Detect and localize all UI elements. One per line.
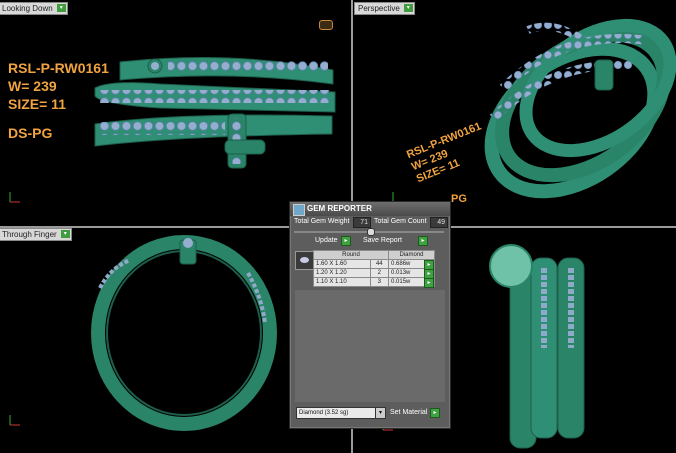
gem-shape-icon (300, 257, 309, 263)
ring-model-top-view (94, 57, 336, 169)
table-empty-area (295, 290, 445, 402)
annotation-metal: DS-PG (8, 125, 53, 141)
gem-count: 44 (369, 259, 390, 269)
panel-titlebar[interactable]: GEM REPORTER (290, 202, 450, 216)
gem-count: 3 (369, 277, 390, 287)
table-row[interactable]: 1.10 X 1.10 3 0.015w (313, 277, 435, 287)
table-row[interactable]: 1.60 X 1.60 44 0.686w (313, 259, 435, 269)
viewport-top-left[interactable]: Looking Down ▾ RSL-P-RW0161 W= 239 SIZE=… (0, 0, 351, 226)
total-gem-weight-value: 71 (353, 217, 371, 228)
annotation-size: SIZE= 11 (8, 96, 66, 112)
table-header-row: Round Diamond (312, 250, 435, 260)
table-row[interactable]: 1.20 X 1.20 2 0.013w (313, 268, 435, 278)
gem-thumbnail (295, 251, 314, 270)
axis-triad-icon (9, 415, 20, 426)
slider-handle-icon[interactable] (367, 228, 375, 236)
update-button[interactable]: ▸ (341, 236, 351, 246)
gem-table: Round Diamond 1.60 X 1.60 44 0.686w 1.20… (312, 250, 435, 287)
row-select-button[interactable]: ▸ (424, 278, 434, 288)
total-gem-count-value: 49 (430, 217, 448, 228)
set-material-button[interactable]: ▸ (430, 408, 440, 418)
panel-title: GEM REPORTER (307, 204, 372, 213)
annotation-sku: RSL-P-RW0161 (8, 60, 109, 76)
save-report-button[interactable]: ▸ (418, 236, 428, 246)
gem-size: 1.20 X 1.20 (313, 268, 371, 278)
gem-size: 1.10 X 1.10 (313, 277, 371, 287)
chevron-down-icon[interactable]: ▾ (375, 408, 385, 418)
column-header-diamond: Diamond (388, 250, 435, 260)
annotation-weight: W= 239 (8, 78, 57, 94)
viewport-top-right[interactable]: Perspective ▾ RSL-P-RW0161 W= 239 SIZE= … (353, 0, 676, 226)
update-label: Update (315, 237, 338, 244)
total-gem-weight-label: Total Gem Weight (294, 218, 350, 225)
gem-count: 2 (369, 268, 390, 278)
annotation-metal: PG (451, 193, 467, 205)
total-gem-count-label: Total Gem Count (374, 218, 427, 225)
gem-size: 1.60 X 1.60 (313, 259, 371, 269)
axis-triad-icon (9, 192, 20, 203)
set-material-label: Set Material (390, 409, 428, 416)
material-select[interactable]: Diamond (3.52 sg) ▾ (296, 407, 386, 419)
column-header-round: Round (312, 250, 390, 260)
gem-reporter-logo-icon (293, 204, 305, 216)
save-report-label: Save Report (363, 237, 402, 244)
